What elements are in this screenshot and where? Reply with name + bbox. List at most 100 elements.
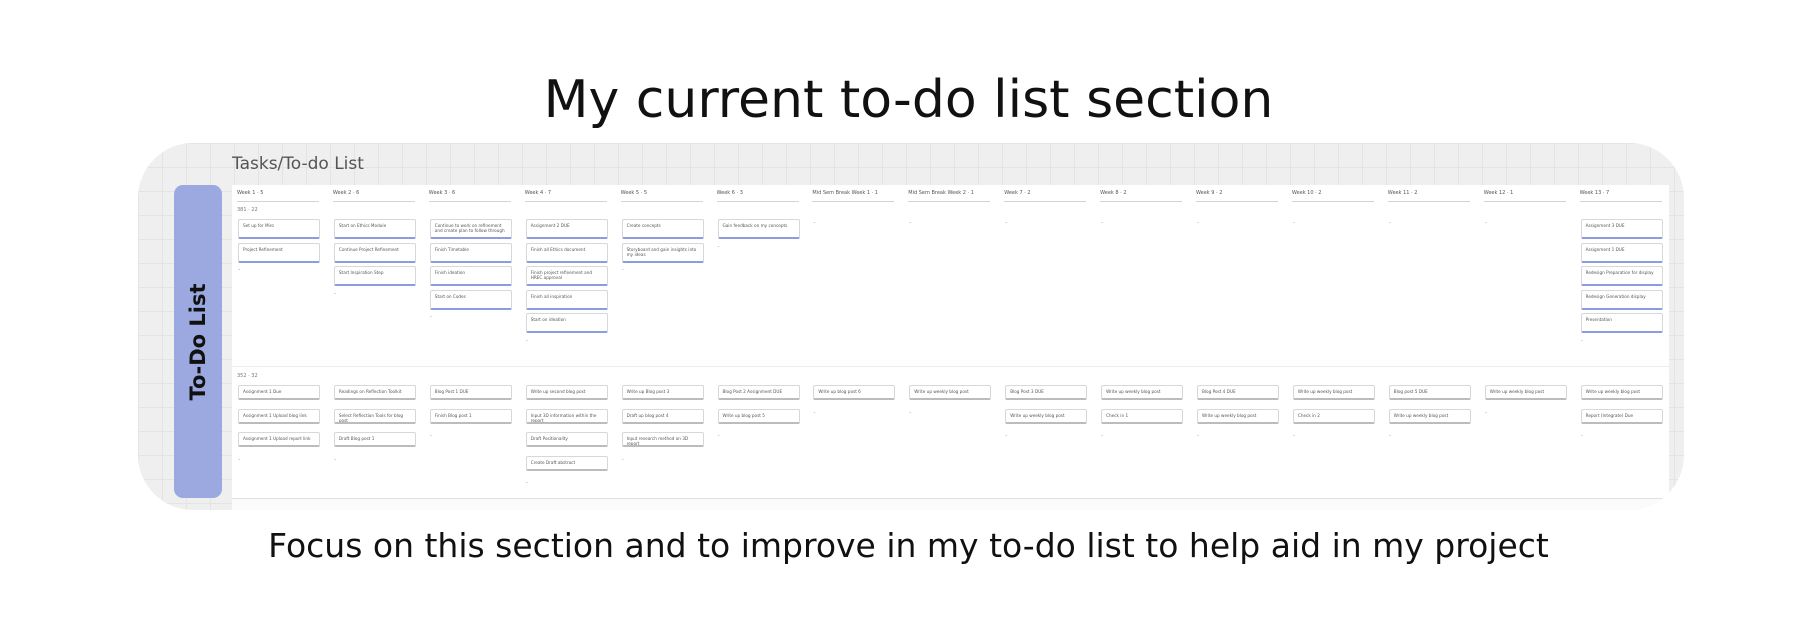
task-card[interactable]: Blog Post 3 DUE (1005, 385, 1088, 400)
week-header[interactable]: Week 13 · 7 (1580, 190, 1662, 196)
task-card[interactable]: Draft Blog post 1 (333, 432, 416, 447)
task-card[interactable]: Write up weekly blog post (1388, 408, 1471, 424)
add-card-placeholder[interactable]: - (1197, 219, 1199, 226)
week-column[interactable]: Week 1 · 5 381 · 22 352 · 32 Set up for Mir… (232, 185, 320, 498)
task-card[interactable]: Write up weekly blog post (1005, 408, 1088, 424)
add-card-placeholder[interactable]: - (1581, 432, 1583, 439)
task-card[interactable]: Finish all Ethics document (525, 242, 608, 263)
task-card[interactable]: Write up blog post 6 (813, 385, 896, 400)
task-card[interactable]: Finish ideation (429, 266, 512, 286)
week-column[interactable]: Week 11 · 2 - Blog post 5 DUE Write up week… (1383, 185, 1471, 498)
task-card[interactable]: Gain feedback on my concepts (717, 219, 800, 239)
task-card[interactable]: Write up weekly blog post (909, 385, 992, 400)
week-column[interactable]: Week 5 · 5 Create concepts Storyboard and … (616, 185, 704, 498)
week-column[interactable]: Week 13 · 7 Assignment 3 DUE Assignment 1 … (1575, 185, 1663, 498)
add-card-placeholder[interactable]: - (718, 243, 720, 250)
add-card-placeholder[interactable]: - (526, 337, 528, 344)
add-card-placeholder[interactable]: - (1197, 432, 1199, 439)
task-card[interactable]: Write up weekly blog post (1292, 385, 1375, 400)
week-column[interactable]: Week 8 · 2 - Write up weekly blog post Chec… (1095, 185, 1184, 498)
week-column[interactable]: Week 7 · 2 - Blog Post 3 DUE Write up weekl… (999, 185, 1088, 498)
task-card[interactable]: Create concepts (621, 219, 704, 239)
week-header[interactable]: Week 2 · 6 (333, 190, 415, 196)
add-card-placeholder[interactable]: - (430, 313, 432, 320)
task-card[interactable]: Start on Codes (429, 289, 512, 310)
task-card[interactable]: Start Inspiration Step (333, 266, 416, 286)
task-card[interactable]: Write up weekly blog post (1101, 385, 1184, 400)
week-header[interactable]: Week 6 · 3 (717, 190, 799, 196)
kanban-board[interactable]: Week 1 · 5 381 · 22 352 · 32 Set up for Mir… (232, 185, 1669, 498)
add-card-placeholder[interactable]: - (1581, 337, 1583, 344)
task-card[interactable]: Blog post 5 DUE (1388, 385, 1471, 400)
task-card[interactable]: Write up second blog post (525, 385, 608, 400)
task-card[interactable]: Readings on Reflection Toolkit (333, 385, 416, 400)
week-header[interactable]: Week 4 · 7 (525, 190, 607, 196)
task-card[interactable]: Create Draft abstract (525, 455, 608, 471)
task-card[interactable]: Draft Positionality (525, 432, 608, 447)
week-column[interactable]: Week 9 · 2 - Blog Post 4 DUE Write up weekl… (1191, 185, 1279, 498)
week-header[interactable]: Week 12 · 1 (1484, 190, 1566, 196)
week-header[interactable]: Week 3 · 6 (429, 190, 511, 196)
add-card-placeholder[interactable]: - (238, 266, 240, 273)
task-card[interactable]: Report (Integrate) Due (1580, 408, 1663, 424)
task-card[interactable]: Continue to work on refinement and creat… (429, 219, 512, 239)
add-card-placeholder[interactable]: - (1389, 432, 1391, 439)
task-card[interactable]: Select Reflection Tools for blog post (333, 408, 416, 424)
week-header[interactable]: Week 9 · 2 (1196, 190, 1278, 196)
week-column[interactable]: Week 12 · 1 - Write up weekly blog post - (1479, 185, 1567, 498)
task-card[interactable]: Blog Post 4 DUE (1197, 385, 1279, 400)
add-card-placeholder[interactable]: - (718, 432, 720, 439)
task-card[interactable]: Redesign Preparation for display (1580, 266, 1663, 286)
task-card[interactable]: Assignment 1 DUE (1580, 242, 1663, 263)
add-card-placeholder[interactable]: - (813, 409, 815, 416)
task-card[interactable]: Finish project refinement and HREC appro… (525, 266, 608, 286)
task-card[interactable]: Continue Project Refinement (333, 242, 416, 263)
week-column[interactable]: Week 3 · 6 Continue to work on refinement… (424, 185, 512, 498)
task-card[interactable]: Write up weekly blog post (1580, 385, 1663, 400)
add-card-placeholder[interactable]: - (1101, 219, 1103, 226)
add-card-placeholder[interactable]: - (1485, 409, 1487, 416)
week-header[interactable]: Week 10 · 2 (1292, 190, 1374, 196)
task-card[interactable]: Redesign Generation display (1580, 289, 1663, 310)
task-card[interactable]: Blog Post 2 Assignment DUE (717, 385, 800, 400)
task-card[interactable]: Set up for Miro (238, 219, 320, 239)
add-card-placeholder[interactable]: - (1293, 432, 1295, 439)
task-card[interactable]: Write up Blog post 3 (621, 385, 704, 400)
task-card[interactable]: Project Refinement (238, 242, 320, 263)
add-card-placeholder[interactable]: - (1005, 432, 1007, 439)
add-card-placeholder[interactable]: - (909, 219, 911, 226)
task-card[interactable]: Check in 2 (1292, 408, 1375, 424)
task-card[interactable]: Assignment 1 Upload report link (238, 432, 320, 447)
week-column[interactable]: Week 2 · 6 Start on Ethics Module Continue… (328, 185, 416, 498)
task-card[interactable]: Presentation (1580, 313, 1663, 333)
task-card[interactable]: Start on ideation (525, 313, 608, 333)
add-card-placeholder[interactable]: - (1101, 432, 1103, 439)
add-card-placeholder[interactable]: - (1485, 219, 1487, 226)
week-column[interactable]: Week 4 · 7 Assignment 2 DUE Finish all Eth… (520, 185, 608, 498)
task-card[interactable]: Write up weekly blog post (1197, 408, 1279, 424)
add-card-placeholder[interactable]: - (1005, 219, 1007, 226)
week-header[interactable]: Mid Sem Break Week 1 · 1 (812, 190, 894, 196)
add-card-placeholder[interactable]: - (813, 219, 815, 226)
add-card-placeholder[interactable]: - (1293, 219, 1295, 226)
week-column[interactable]: Week 6 · 3 Gain feedback on my concepts - B… (712, 185, 800, 498)
add-card-placeholder[interactable]: - (334, 456, 336, 463)
task-card[interactable]: Storyboard and gain insights into my ide… (621, 242, 704, 263)
add-card-placeholder[interactable]: - (1389, 219, 1391, 226)
add-card-placeholder[interactable]: - (909, 409, 911, 416)
week-header[interactable]: Week 11 · 2 (1388, 190, 1470, 196)
task-card[interactable]: Write up weekly blog post (1484, 385, 1567, 400)
add-card-placeholder[interactable]: - (622, 456, 624, 463)
task-card[interactable]: Start on Ethics Module (333, 219, 416, 239)
miro-board[interactable]: Tasks/To-do List To-Do List Week 1 · 5 38… (138, 143, 1684, 510)
task-card[interactable]: Draft up blog post 4 (621, 408, 704, 424)
add-card-placeholder[interactable]: - (430, 432, 432, 439)
task-card[interactable]: Assignment 1 Due (238, 385, 320, 400)
add-card-placeholder[interactable]: - (334, 290, 336, 297)
task-card[interactable]: Write up blog post 5 (717, 408, 800, 424)
week-header[interactable]: Week 7 · 2 (1004, 190, 1086, 196)
task-card[interactable]: Finish all inspiration (525, 289, 608, 310)
week-header[interactable]: Week 5 · 5 (621, 190, 703, 196)
task-card[interactable]: Assignment 2 DUE (525, 219, 608, 239)
task-card[interactable]: Finish Timetable (429, 242, 512, 263)
